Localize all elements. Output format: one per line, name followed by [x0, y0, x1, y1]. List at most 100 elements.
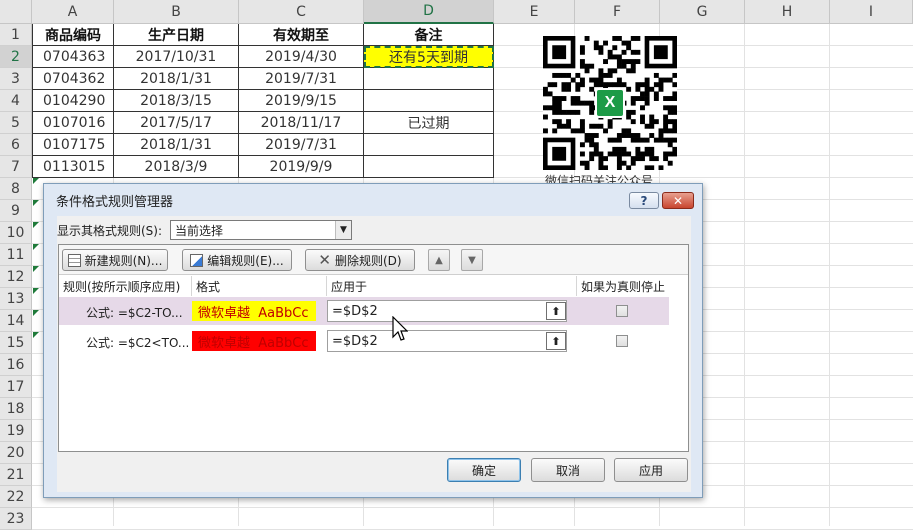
- column-rule: 规则(按所示顺序应用): [59, 276, 192, 296]
- cell-c3[interactable]: 2019/7/31: [239, 68, 364, 90]
- row-header-12[interactable]: 12: [0, 266, 32, 288]
- cell-a4[interactable]: 0104290: [32, 90, 114, 112]
- cell-b6[interactable]: 2018/1/31: [114, 134, 239, 156]
- cell-a3[interactable]: 0704362: [32, 68, 114, 90]
- collapse-dialog-button[interactable]: ⬆: [546, 302, 566, 320]
- collapse-icon: ⬆: [551, 334, 561, 348]
- column-header-g[interactable]: G: [660, 0, 745, 24]
- row-header-3[interactable]: 3: [0, 68, 32, 90]
- applies-to-input[interactable]: =$D$2: [327, 300, 567, 322]
- row-header-19[interactable]: 19: [0, 420, 32, 442]
- column-header-c[interactable]: C: [239, 0, 364, 24]
- cell-b2[interactable]: 2017/10/31: [114, 46, 239, 68]
- cell-b5[interactable]: 2017/5/17: [114, 112, 239, 134]
- cell-c5[interactable]: 2018/11/17: [239, 112, 364, 134]
- arrow-down-icon: ▼: [468, 254, 476, 266]
- row-header-2[interactable]: 2: [0, 46, 32, 68]
- header-remarks[interactable]: 备注: [364, 24, 494, 46]
- help-icon: ?: [640, 193, 648, 208]
- chevron-down-icon[interactable]: ▼: [335, 221, 351, 239]
- row-header-8[interactable]: 8: [0, 178, 32, 200]
- cell-c7[interactable]: 2019/9/9: [239, 156, 364, 178]
- row-header-18[interactable]: 18: [0, 398, 32, 420]
- edit-rule-button[interactable]: 编辑规则(E)...: [182, 249, 292, 271]
- ok-button[interactable]: 确定: [447, 458, 521, 482]
- close-button[interactable]: ✕: [662, 192, 694, 209]
- stop-if-true-checkbox[interactable]: [616, 305, 628, 317]
- show-rules-select[interactable]: 当前选择 ▼: [170, 220, 352, 240]
- dialog-titlebar[interactable]: 条件格式规则管理器: [44, 184, 702, 216]
- cell-c2[interactable]: 2019/4/30: [239, 46, 364, 68]
- cell-d5[interactable]: 已过期: [364, 112, 494, 134]
- move-up-button[interactable]: ▲: [428, 249, 450, 271]
- column-header-a[interactable]: A: [32, 0, 114, 24]
- column-header-h[interactable]: H: [745, 0, 830, 24]
- row-header-10[interactable]: 10: [0, 222, 32, 244]
- cell-b7[interactable]: 2018/3/9: [114, 156, 239, 178]
- stop-if-true-checkbox[interactable]: [616, 335, 628, 347]
- help-button[interactable]: ?: [629, 192, 659, 209]
- cell-a5[interactable]: 0107016: [32, 112, 114, 134]
- column-header-f[interactable]: F: [575, 0, 660, 24]
- column-applies-to: 应用于: [327, 276, 577, 296]
- cell-a2[interactable]: 0704363: [32, 46, 114, 68]
- row-header-5[interactable]: 5: [0, 112, 32, 134]
- select-all-corner[interactable]: [0, 0, 32, 24]
- cell-d7[interactable]: [364, 156, 494, 178]
- column-header-b[interactable]: B: [114, 0, 239, 24]
- error-indicator-icon: [33, 222, 39, 228]
- row-header-9[interactable]: 9: [0, 200, 32, 222]
- row-header-15[interactable]: 15: [0, 332, 32, 354]
- row-header-4[interactable]: 4: [0, 90, 32, 112]
- delete-rule-button[interactable]: ✕ 删除规则(D): [305, 249, 415, 271]
- move-down-button[interactable]: ▼: [461, 249, 483, 271]
- cell-a7[interactable]: 0113015: [32, 156, 114, 178]
- cell-c6[interactable]: 2019/7/31: [239, 134, 364, 156]
- row-header-1[interactable]: 1: [0, 24, 32, 46]
- row-header-17[interactable]: 17: [0, 376, 32, 398]
- row-header-14[interactable]: 14: [0, 310, 32, 332]
- dialog-title: 条件格式规则管理器: [56, 194, 174, 210]
- applies-to-input[interactable]: =$D$2: [327, 330, 567, 352]
- gridline: [829, 24, 830, 526]
- row-header-20[interactable]: 20: [0, 442, 32, 464]
- collapse-dialog-button[interactable]: ⬆: [546, 332, 566, 350]
- new-rule-button[interactable]: 新建规则(N)...: [62, 249, 168, 271]
- rule-row[interactable]: 公式: =$C2<TO... 微软卓越 AaBbCc =$D$2 ⬆: [59, 327, 669, 355]
- row-header-21[interactable]: 21: [0, 464, 32, 486]
- cell-d4[interactable]: [364, 90, 494, 112]
- dialog-content: 显示其格式规则(S): 当前选择 ▼ 新建规则(N)... 编辑规则(E)...…: [57, 216, 691, 492]
- rules-list: 新建规则(N)... 编辑规则(E)... ✕ 删除规则(D) ▲ ▼ 规则(按…: [58, 244, 689, 452]
- column-header-i[interactable]: I: [830, 0, 913, 24]
- column-header-e[interactable]: E: [494, 0, 575, 24]
- close-icon: ✕: [672, 193, 684, 208]
- mouse-cursor-icon: [392, 316, 408, 341]
- error-indicator-icon: [33, 200, 39, 206]
- row-header-16[interactable]: 16: [0, 354, 32, 376]
- row-header-22[interactable]: 22: [0, 486, 32, 508]
- cell-b3[interactable]: 2018/1/31: [114, 68, 239, 90]
- cancel-button[interactable]: 取消: [531, 458, 605, 482]
- row-header-11[interactable]: 11: [0, 244, 32, 266]
- cell-b4[interactable]: 2018/3/15: [114, 90, 239, 112]
- row-header-6[interactable]: 6: [0, 134, 32, 156]
- rule-row[interactable]: 公式: =$C2-TO... 微软卓越 AaBbCc =$D$2 ⬆: [59, 297, 669, 325]
- column-header-d[interactable]: D: [364, 0, 494, 24]
- cell-d6[interactable]: [364, 134, 494, 156]
- row-header-23[interactable]: 23: [0, 508, 32, 530]
- header-production-date[interactable]: 生产日期: [114, 24, 239, 46]
- header-product-code[interactable]: 商品编码: [32, 24, 114, 46]
- collapse-icon: ⬆: [551, 304, 561, 318]
- cell-d3[interactable]: [364, 68, 494, 90]
- rule-formula: 公式: =$C2-TO...: [86, 306, 183, 320]
- error-indicator-icon: [33, 288, 39, 294]
- edit-rule-icon: [190, 253, 204, 267]
- row-header-13[interactable]: 13: [0, 288, 32, 310]
- cell-c4[interactable]: 2019/9/15: [239, 90, 364, 112]
- cell-d2[interactable]: 还有5天到期: [364, 46, 494, 68]
- row-header-7[interactable]: 7: [0, 156, 32, 178]
- header-expiry-date[interactable]: 有效期至: [239, 24, 364, 46]
- apply-button[interactable]: 应用: [614, 458, 688, 482]
- delete-icon: ✕: [318, 250, 331, 269]
- cell-a6[interactable]: 0107175: [32, 134, 114, 156]
